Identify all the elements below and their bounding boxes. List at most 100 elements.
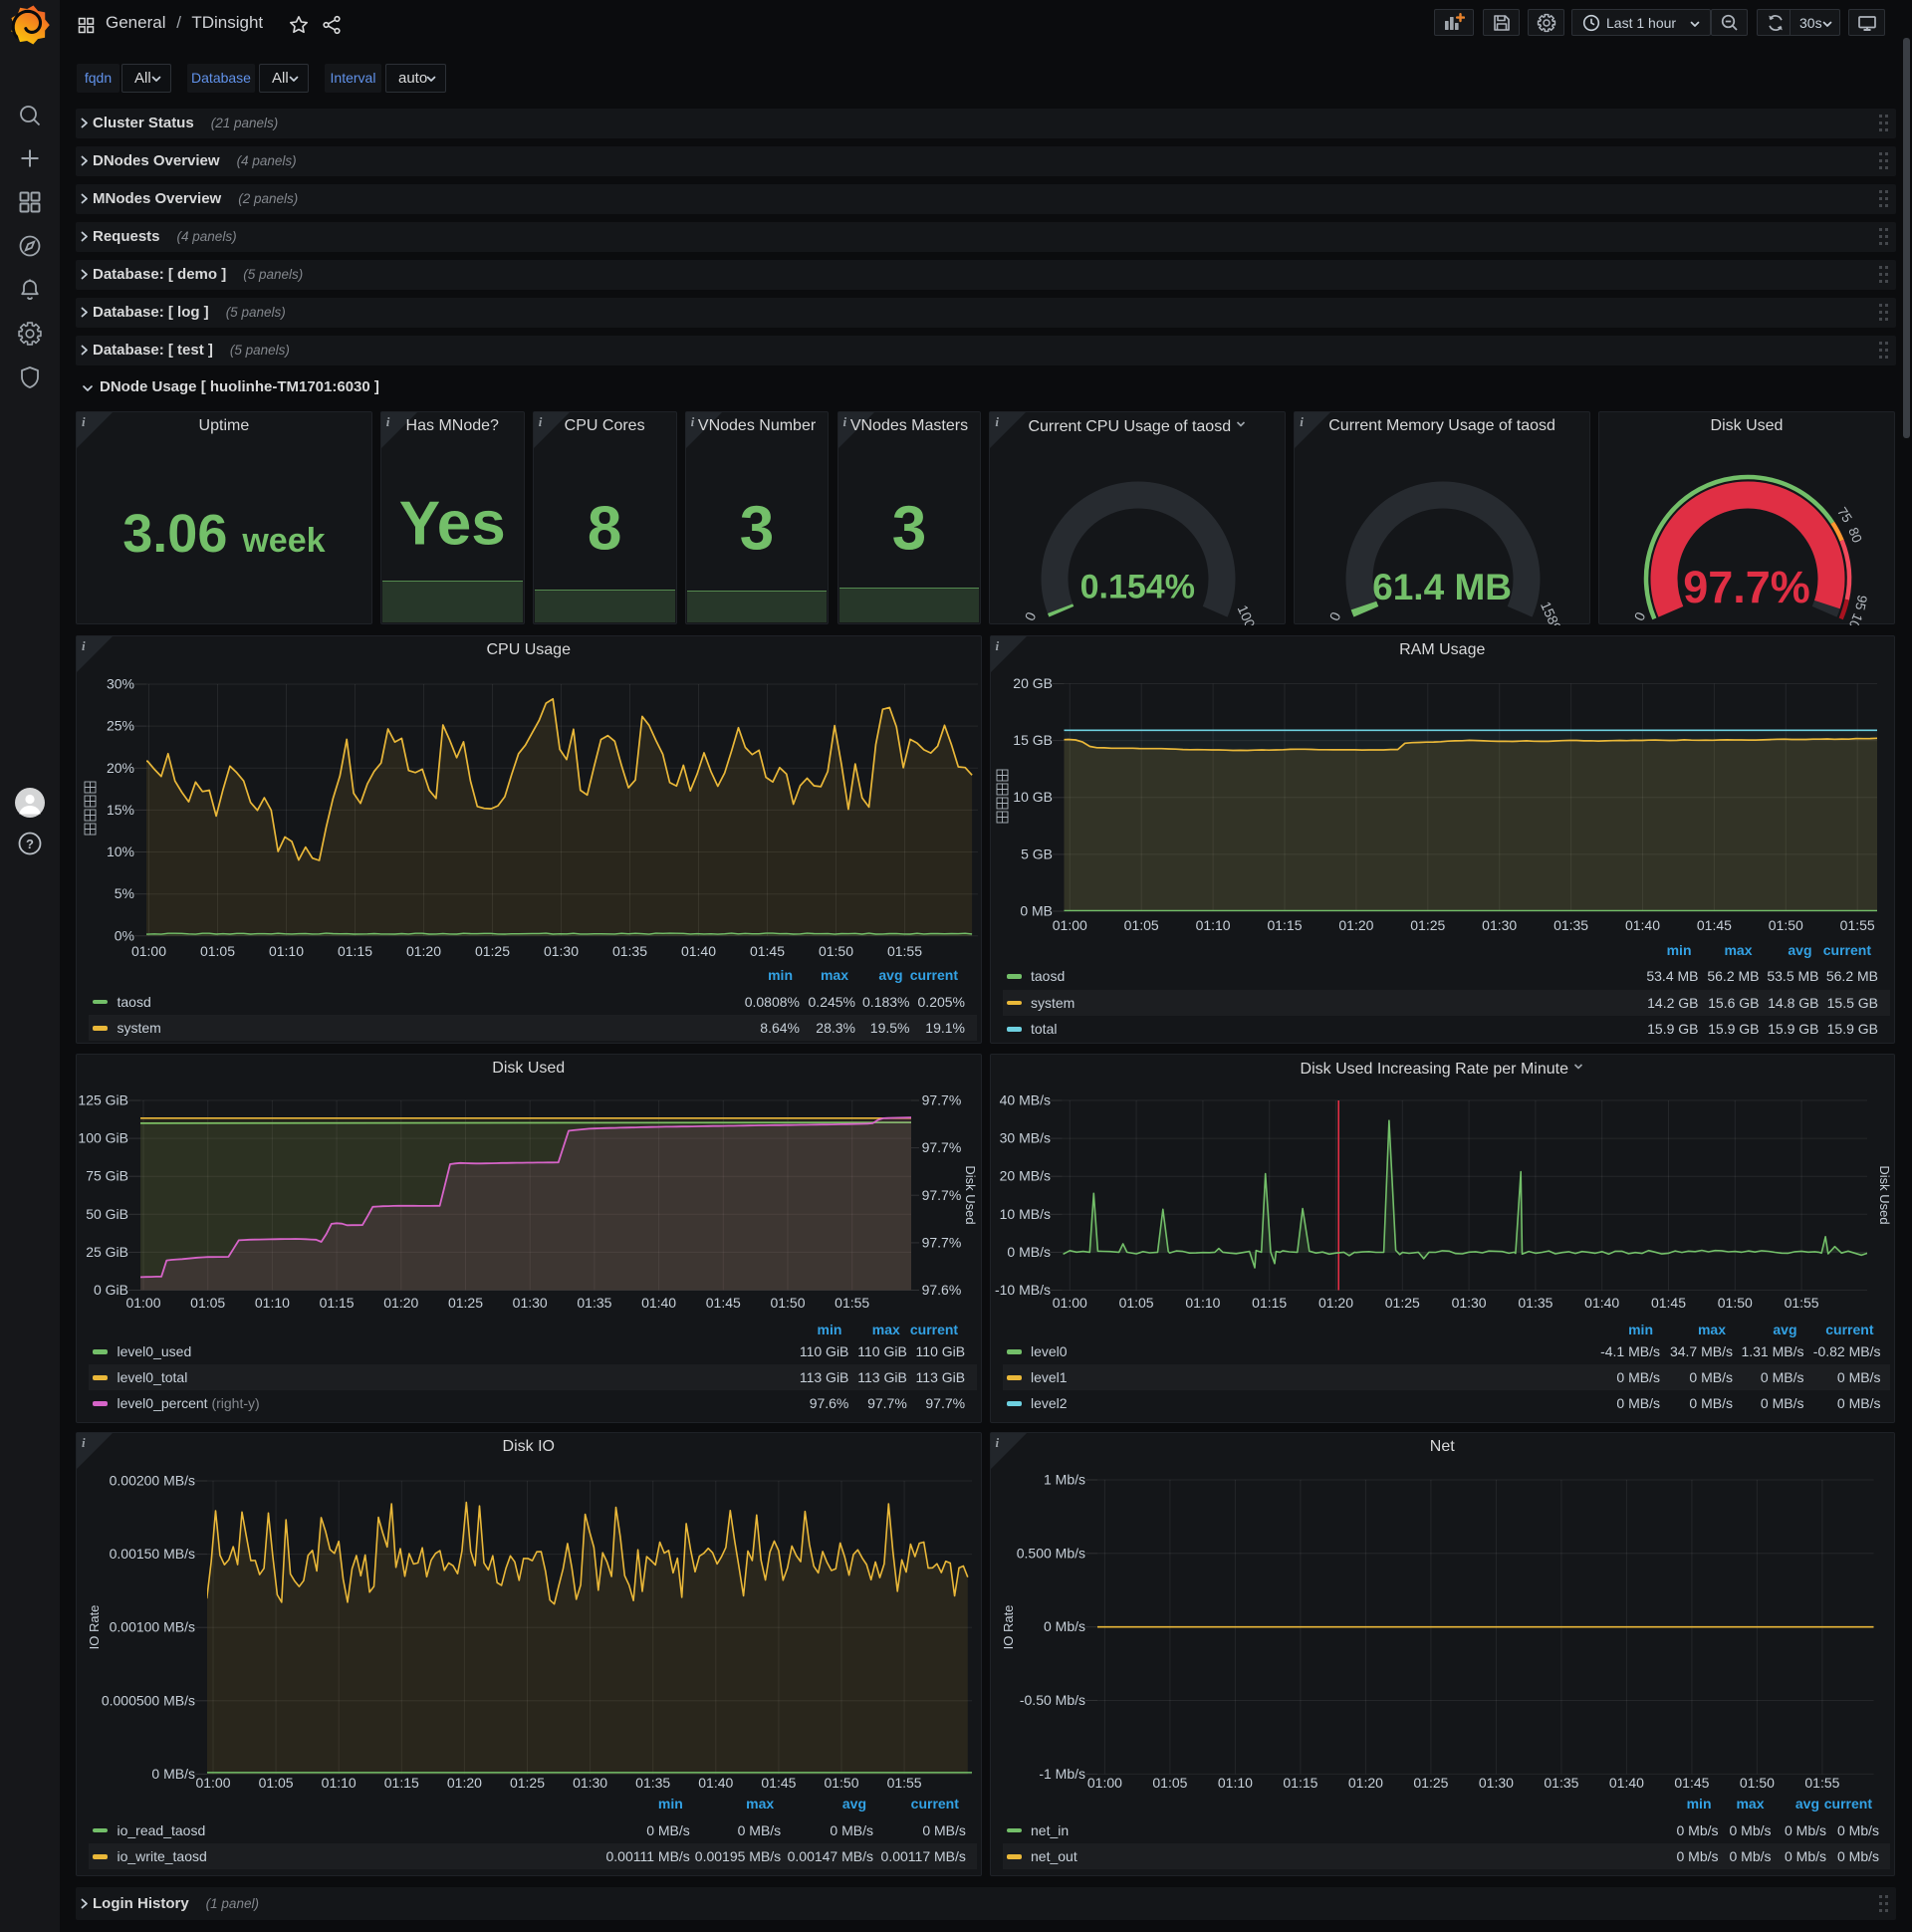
svg-text:15%: 15% <box>107 802 134 818</box>
svg-text:01:25: 01:25 <box>1413 1775 1448 1791</box>
svg-text:01:40: 01:40 <box>1608 1775 1643 1791</box>
svg-text:125 GiB: 125 GiB <box>78 1092 128 1108</box>
svg-text:97.6%: 97.6% <box>922 1282 962 1298</box>
svg-text:01:15: 01:15 <box>384 1775 419 1791</box>
svg-text:01:10: 01:10 <box>1195 917 1230 933</box>
svg-text:-10 MB/s: -10 MB/s <box>994 1282 1050 1298</box>
svg-text:01:50: 01:50 <box>770 1295 805 1311</box>
svg-text:01:40: 01:40 <box>698 1775 733 1791</box>
svg-text:01:50: 01:50 <box>1717 1295 1752 1311</box>
svg-text:?: ? <box>26 837 34 851</box>
svg-text:01:10: 01:10 <box>322 1775 357 1791</box>
svg-text:01:55: 01:55 <box>1784 1295 1818 1311</box>
svg-text:0 MB: 0 MB <box>1020 903 1053 919</box>
svg-text:10 MB/s: 10 MB/s <box>999 1206 1050 1222</box>
svg-text:01:30: 01:30 <box>1478 1775 1513 1791</box>
svg-text:01:25: 01:25 <box>510 1775 545 1791</box>
svg-text:97.7%: 97.7% <box>922 1092 962 1108</box>
svg-text:01:20: 01:20 <box>406 943 441 959</box>
svg-text:01:25: 01:25 <box>1410 917 1445 933</box>
svg-text:01:35: 01:35 <box>577 1295 611 1311</box>
svg-text:01:45: 01:45 <box>706 1295 741 1311</box>
svg-text:80: 80 <box>1845 526 1865 546</box>
svg-text:30%: 30% <box>107 676 134 692</box>
svg-text:01:10: 01:10 <box>1185 1295 1220 1311</box>
svg-text:01:35: 01:35 <box>1544 1775 1578 1791</box>
svg-text:50 GiB: 50 GiB <box>86 1206 128 1222</box>
svg-text:01:15: 01:15 <box>1283 1775 1317 1791</box>
svg-text:01:05: 01:05 <box>1123 917 1158 933</box>
svg-text:01:25: 01:25 <box>448 1295 483 1311</box>
svg-text:97.7%: 97.7% <box>922 1139 962 1155</box>
svg-text:01:40: 01:40 <box>681 943 716 959</box>
svg-text:01:05: 01:05 <box>200 943 235 959</box>
svg-text:40 MB/s: 40 MB/s <box>999 1092 1050 1108</box>
svg-text:01:35: 01:35 <box>1518 1295 1553 1311</box>
svg-text:01:30: 01:30 <box>1451 1295 1486 1311</box>
svg-text:01:00: 01:00 <box>1052 1295 1086 1311</box>
svg-text:97.7%: 97.7% <box>922 1234 962 1250</box>
svg-text:0.00100 MB/s: 0.00100 MB/s <box>110 1619 195 1635</box>
svg-text:5 GB: 5 GB <box>1021 845 1053 861</box>
svg-text:0 MB/s: 0 MB/s <box>1007 1244 1051 1260</box>
svg-text:01:15: 01:15 <box>1252 1295 1287 1311</box>
svg-text:0.00150 MB/s: 0.00150 MB/s <box>110 1546 195 1562</box>
svg-text:0: 0 <box>1022 609 1040 623</box>
svg-text:5%: 5% <box>115 885 134 901</box>
svg-text:01:30: 01:30 <box>1482 917 1517 933</box>
svg-text:01:05: 01:05 <box>1118 1295 1153 1311</box>
svg-text:75 GiB: 75 GiB <box>86 1168 128 1184</box>
svg-text:01:50: 01:50 <box>1739 1775 1774 1791</box>
svg-text:01:50: 01:50 <box>819 943 853 959</box>
svg-text:01:35: 01:35 <box>612 943 647 959</box>
svg-text:01:55: 01:55 <box>887 1775 922 1791</box>
svg-text:01:10: 01:10 <box>1217 1775 1252 1791</box>
svg-text:01:10: 01:10 <box>255 1295 290 1311</box>
svg-text:10%: 10% <box>107 844 134 859</box>
svg-text:97.7%: 97.7% <box>922 1187 962 1203</box>
svg-text:0 Mb/s: 0 Mb/s <box>1043 1618 1084 1634</box>
svg-text:0.500 Mb/s: 0.500 Mb/s <box>1016 1545 1084 1561</box>
svg-text:01:05: 01:05 <box>1152 1775 1187 1791</box>
svg-text:-0.50 Mb/s: -0.50 Mb/s <box>1019 1692 1084 1708</box>
svg-text:01:45: 01:45 <box>1650 1295 1685 1311</box>
svg-text:01:50: 01:50 <box>824 1775 858 1791</box>
svg-text:0%: 0% <box>115 927 134 943</box>
svg-text:01:30: 01:30 <box>513 1295 548 1311</box>
svg-text:01:40: 01:40 <box>1624 917 1659 933</box>
svg-text:01:05: 01:05 <box>190 1295 225 1311</box>
svg-text:01:00: 01:00 <box>1052 917 1086 933</box>
svg-text:01:00: 01:00 <box>131 943 166 959</box>
svg-text:25%: 25% <box>107 718 134 734</box>
svg-text:01:20: 01:20 <box>383 1295 418 1311</box>
svg-text:10 GB: 10 GB <box>1013 789 1053 805</box>
svg-text:01:20: 01:20 <box>1317 1295 1352 1311</box>
svg-text:01:00: 01:00 <box>125 1295 160 1311</box>
svg-text:01:00: 01:00 <box>1086 1775 1121 1791</box>
svg-text:01:30: 01:30 <box>544 943 579 959</box>
svg-text:01:35: 01:35 <box>1554 917 1588 933</box>
svg-text:20%: 20% <box>107 760 134 776</box>
svg-text:20 MB/s: 20 MB/s <box>999 1168 1050 1184</box>
svg-text:Disk Used: Disk Used <box>963 1165 978 1224</box>
svg-text:01:55: 01:55 <box>887 943 922 959</box>
svg-text:01:40: 01:40 <box>641 1295 676 1311</box>
svg-text:01:40: 01:40 <box>1584 1295 1619 1311</box>
svg-text:01:45: 01:45 <box>1674 1775 1709 1791</box>
svg-text:0: 0 <box>1326 609 1344 623</box>
svg-text:IO Rate: IO Rate <box>1001 1605 1016 1650</box>
svg-text:IO Rate: IO Rate <box>87 1605 102 1650</box>
svg-text:20 GB: 20 GB <box>1013 675 1053 691</box>
svg-text:01:00: 01:00 <box>195 1775 230 1791</box>
svg-text:01:45: 01:45 <box>1696 917 1731 933</box>
svg-text:01:15: 01:15 <box>320 1295 355 1311</box>
svg-text:0 GiB: 0 GiB <box>94 1282 128 1298</box>
svg-text:Disk Used: Disk Used <box>1877 1165 1892 1224</box>
svg-text:75: 75 <box>1834 505 1855 526</box>
svg-text:1 Mb/s: 1 Mb/s <box>1043 1472 1084 1488</box>
svg-text:01:25: 01:25 <box>475 943 510 959</box>
svg-text:01:30: 01:30 <box>573 1775 607 1791</box>
svg-text:0.00200 MB/s: 0.00200 MB/s <box>110 1473 195 1489</box>
svg-text:15 GB: 15 GB <box>1013 732 1053 748</box>
svg-text:01:55: 01:55 <box>835 1295 869 1311</box>
